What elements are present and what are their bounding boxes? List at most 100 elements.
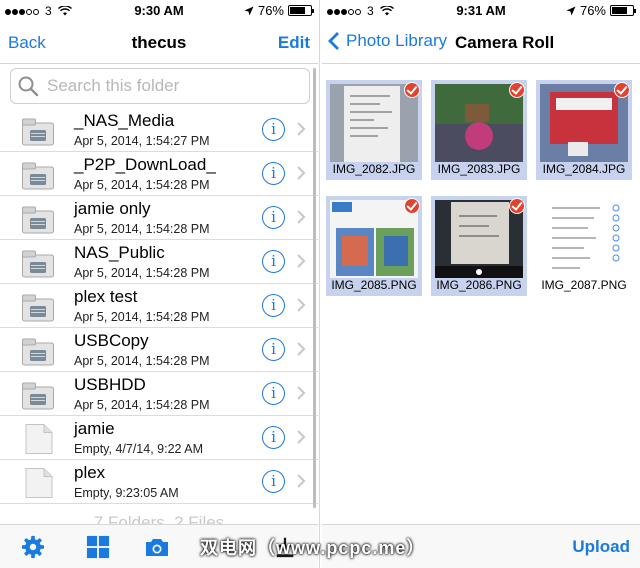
battery-icon (288, 5, 314, 16)
photo-filename: IMG_2083.JPG (437, 162, 521, 176)
page-title: Camera Roll (455, 33, 555, 52)
item-date: Empty, 9:23:05 AM (74, 486, 179, 500)
nav-bar: Back thecus Edit (0, 22, 318, 64)
battery-percent: 76% (257, 3, 284, 18)
item-date: Apr 5, 2014, 1:54:28 PM (74, 398, 210, 412)
photo-thumbnail[interactable]: IMG_2084.JPG (536, 80, 632, 180)
info-button[interactable]: i (262, 338, 285, 361)
chevron-right-icon (297, 122, 306, 136)
file-browser-pane: 3 9:30 AM 76% Back thecus Edit _NAS_Medi… (0, 0, 318, 568)
chevron-right-icon (297, 254, 306, 268)
item-name: jamie only (74, 199, 151, 218)
grid-icon[interactable] (85, 535, 111, 559)
item-name: _P2P_DownLoad_ (74, 155, 216, 174)
battery-icon (610, 5, 636, 16)
photo-library-back-button[interactable]: Photo Library (328, 31, 447, 51)
folder-row[interactable]: plex test Apr 5, 2014, 1:54:28 PM i (0, 284, 318, 328)
page-title: thecus (131, 33, 187, 52)
file-icon (22, 424, 54, 454)
info-button[interactable]: i (262, 426, 285, 449)
folder-row[interactable]: USBHDD Apr 5, 2014, 1:54:28 PM i (0, 372, 318, 416)
chevron-right-icon (297, 298, 306, 312)
item-name: plex (74, 463, 106, 482)
info-button[interactable]: i (262, 382, 285, 405)
photo-thumbnail[interactable]: IMG_2087.PNG (536, 196, 632, 296)
folder-row[interactable]: _NAS_Media Apr 5, 2014, 1:54:27 PM i (0, 108, 318, 152)
camera-icon[interactable] (144, 535, 170, 559)
item-date: Apr 5, 2014, 1:54:28 PM (74, 354, 210, 368)
folder-icon (22, 336, 54, 366)
item-date: Apr 5, 2014, 1:54:28 PM (74, 222, 210, 236)
location-arrow-icon (566, 6, 576, 15)
info-button[interactable]: i (262, 250, 285, 273)
item-date: Apr 5, 2014, 1:54:28 PM (74, 266, 210, 280)
item-name: _NAS_Media (74, 111, 175, 130)
photo-filename: IMG_2084.JPG (542, 162, 626, 176)
photo-image (435, 200, 523, 278)
folder-icon (22, 116, 54, 146)
scrollbar[interactable] (313, 68, 316, 508)
status-bar: 3 9:30 AM 76% (0, 0, 318, 22)
info-button[interactable]: i (262, 162, 285, 185)
search-icon (18, 76, 39, 97)
gear-icon[interactable] (20, 535, 46, 559)
info-button[interactable]: i (262, 294, 285, 317)
item-date: Apr 5, 2014, 1:54:28 PM (74, 310, 210, 324)
nav-bar: Photo Library Camera Roll (322, 22, 640, 64)
search-input[interactable] (47, 76, 287, 96)
item-name: plex test (74, 287, 138, 306)
photo-image (330, 84, 418, 162)
item-name: NAS_Public (74, 243, 165, 262)
folder-icon (22, 248, 54, 278)
checkmark-icon (509, 82, 525, 98)
checkmark-icon (614, 82, 630, 98)
chevron-right-icon (297, 430, 306, 444)
checkmark-icon (509, 198, 525, 214)
folder-row[interactable]: jamie only Apr 5, 2014, 1:54:28 PM i (0, 196, 318, 240)
info-button[interactable]: i (262, 206, 285, 229)
photo-thumbnail[interactable]: IMG_2086.PNG (431, 196, 527, 296)
chevron-right-icon (297, 474, 306, 488)
folder-icon (22, 160, 54, 190)
info-button[interactable]: i (262, 118, 285, 141)
checkmark-icon (404, 82, 420, 98)
folder-row[interactable]: _P2P_DownLoad_ Apr 5, 2014, 1:54:28 PM i (0, 152, 318, 196)
file-row[interactable]: jamie Empty, 4/7/14, 9:22 AM i (0, 416, 318, 460)
folder-icon (22, 204, 54, 234)
chevron-right-icon (297, 210, 306, 224)
folder-row[interactable]: USBCopy Apr 5, 2014, 1:54:28 PM i (0, 328, 318, 372)
photo-thumbnail[interactable]: IMG_2082.JPG (326, 80, 422, 180)
upload-button[interactable]: Upload (572, 537, 630, 557)
watermark: 双电网（www.pcpc.me） (200, 538, 426, 558)
folder-icon (22, 292, 54, 322)
chevron-right-icon (297, 386, 306, 400)
item-date: Empty, 4/7/14, 9:22 AM (74, 442, 204, 456)
photo-image (435, 84, 523, 162)
back-label: Photo Library (346, 31, 448, 50)
item-date: Apr 5, 2014, 1:54:27 PM (74, 134, 210, 148)
info-button[interactable]: i (262, 470, 285, 493)
file-icon (22, 468, 54, 498)
item-name: jamie (74, 419, 115, 438)
chevron-right-icon (297, 342, 306, 356)
item-name: USBHDD (74, 375, 146, 394)
folder-row[interactable]: NAS_Public Apr 5, 2014, 1:54:28 PM i (0, 240, 318, 284)
search-bar[interactable] (10, 68, 310, 104)
file-row[interactable]: plex Empty, 9:23:05 AM i (0, 460, 318, 504)
chevron-right-icon (297, 166, 306, 180)
photo-image (330, 200, 418, 278)
photo-image (540, 84, 628, 162)
file-list: _NAS_Media Apr 5, 2014, 1:54:27 PM i _P2P_D… (0, 108, 318, 504)
item-name: USBCopy (74, 331, 149, 350)
photo-filename: IMG_2087.PNG (541, 278, 627, 292)
chevron-left-icon (328, 32, 339, 50)
edit-button[interactable]: Edit (278, 33, 310, 53)
checkmark-icon (404, 198, 420, 214)
photo-filename: IMG_2082.JPG (332, 162, 416, 176)
location-arrow-icon (244, 6, 254, 15)
photo-picker-pane: 3 9:31 AM 76% Photo Library Camera Roll … (322, 0, 640, 568)
photo-filename: IMG_2085.PNG (331, 278, 417, 292)
photo-thumbnail[interactable]: IMG_2085.PNG (326, 196, 422, 296)
photo-thumbnail[interactable]: IMG_2083.JPG (431, 80, 527, 180)
battery-percent: 76% (579, 3, 606, 18)
